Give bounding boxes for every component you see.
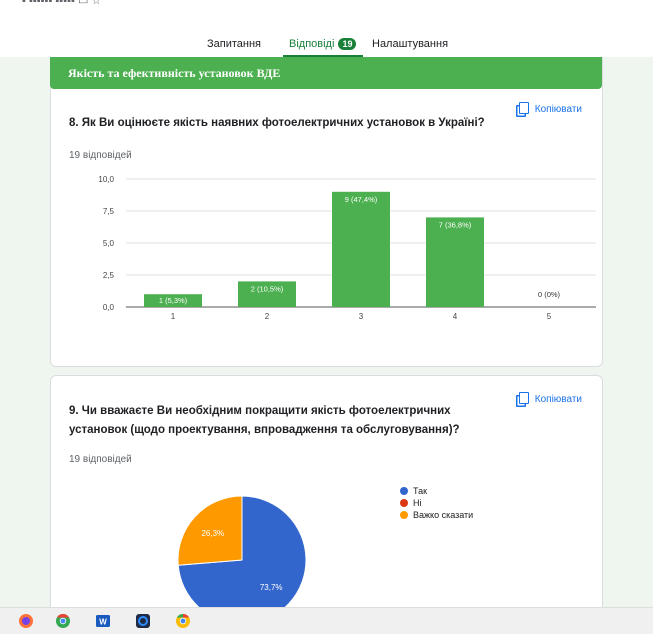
tab-settings[interactable]: Налаштування (372, 38, 448, 50)
question-card-9: 9. Чи вважаєте Ви необхідним покращити я… (50, 375, 603, 607)
y-tick-label: 2,5 (103, 271, 115, 280)
chrome-alt-icon[interactable] (175, 613, 191, 629)
y-tick-label: 7,5 (103, 207, 115, 216)
pie-data-label: 26,3% (201, 529, 224, 538)
pie-chart: 73,7% 26,3% (177, 495, 307, 607)
section-title: Якість та ефективність установок ВДЕ (68, 66, 281, 80)
question-card-8: 8. Як Ви оцінюєте якість наявних фотоеле… (50, 57, 603, 367)
cropped-header: ▪ ▪▪▪▪▪▪ ▪▪▪▪▪ ▭ ☆ (22, 0, 102, 7)
x-tick-label: 3 (359, 312, 364, 321)
bar (426, 217, 484, 307)
bar (332, 191, 390, 307)
form-tabs: Запитання Відповіді 19 Налаштування (0, 30, 653, 58)
bar-data-label: 7 (36,8%) (439, 220, 472, 229)
firefox-icon[interactable] (18, 613, 34, 629)
tab-questions[interactable]: Запитання (207, 38, 261, 50)
tab-responses-label: Відповіді (289, 38, 335, 50)
responses-count-badge: 19 (338, 38, 357, 50)
word-icon[interactable]: W (95, 613, 111, 629)
legend-item[interactable]: Важко сказати (400, 509, 473, 521)
chrome-icon[interactable] (55, 613, 71, 629)
y-tick-label: 0,0 (103, 303, 115, 312)
x-tick-label: 5 (547, 312, 552, 321)
legend-label: Так (413, 486, 428, 496)
x-tick-label: 4 (453, 312, 458, 321)
x-tick-label: 1 (171, 312, 176, 321)
bar-data-label: 2 (10,5%) (251, 284, 284, 293)
legend-item[interactable]: Ні (400, 497, 473, 509)
bar-data-label: 1 (5,3%) (159, 296, 188, 305)
legend-label: Важко сказати (413, 510, 474, 520)
bar-data-label: 9 (47,4%) (345, 195, 378, 204)
tab-responses[interactable]: Відповіді 19 (289, 38, 357, 50)
y-tick-label: 5,0 (103, 239, 115, 248)
responses-canvas: 8. Як Ви оцінюєте якість наявних фотоеле… (0, 57, 653, 607)
bar-data-label: 0 (0%) (538, 290, 561, 299)
bar-chart: 0,0 2,5 5,0 7,5 10,0 1 (5,3%) 1 2 (10,5%) 2 9 (47… (98, 175, 596, 321)
legend-item[interactable]: Так (400, 485, 473, 497)
y-tick-label: 10,0 (98, 175, 114, 184)
legend-swatch (400, 499, 408, 507)
section-header: Якість та ефективність установок ВДЕ (50, 57, 602, 89)
x-tick-label: 2 (265, 312, 270, 321)
taskbar: W (0, 607, 653, 634)
legend-swatch (400, 511, 408, 519)
svg-text:W: W (99, 618, 107, 627)
zoom-icon[interactable] (135, 613, 151, 629)
legend-swatch (400, 487, 408, 495)
legend-label: Ні (413, 498, 422, 508)
pie-data-label: 73,7% (260, 583, 283, 592)
pie-legend: Так Ні Важко сказати (400, 485, 473, 521)
